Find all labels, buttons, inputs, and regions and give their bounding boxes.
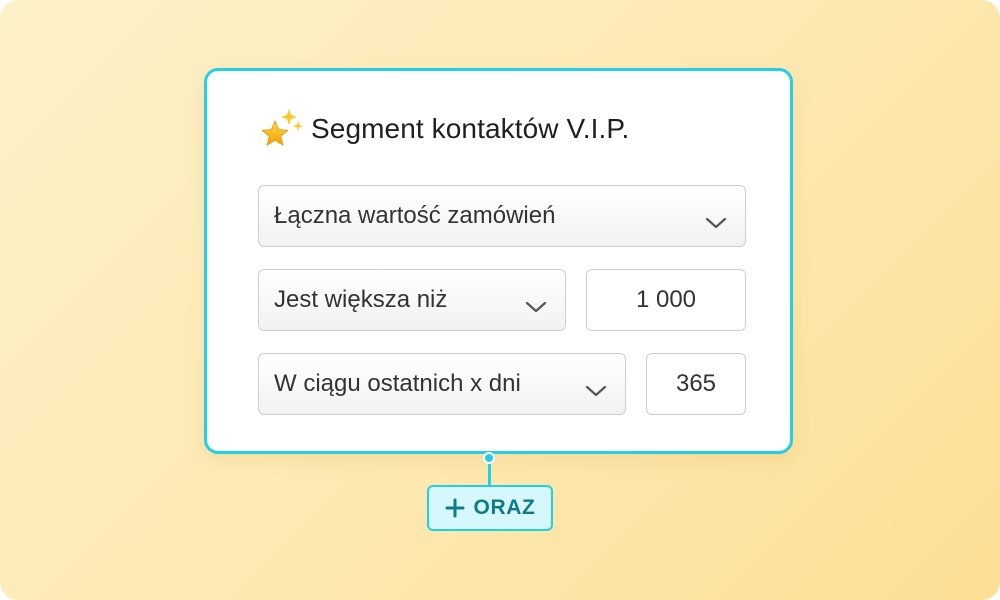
days-input-value: 365 bbox=[675, 370, 717, 397]
period-select[interactable]: W ciągu ostatnich x dni bbox=[258, 353, 626, 415]
operator-select-value: Jest większa niż bbox=[274, 286, 448, 313]
plus-icon bbox=[445, 498, 465, 518]
add-and-condition-button[interactable]: ORAZ bbox=[427, 485, 553, 531]
period-select-value: W ciągu ostatnich x dni bbox=[274, 370, 521, 397]
days-input[interactable]: 365 bbox=[646, 353, 746, 415]
connector-line bbox=[488, 462, 491, 486]
chevron-down-icon bbox=[705, 209, 727, 229]
chevron-down-icon bbox=[585, 377, 607, 397]
and-button-label: ORAZ bbox=[473, 496, 536, 519]
segment-card: Segment kontaktów V.I.P. Łączna wartość … bbox=[204, 68, 793, 454]
segment-header: Segment kontaktów V.I.P. bbox=[259, 105, 629, 153]
connector-dot bbox=[483, 452, 495, 464]
threshold-input-value: 1 000 bbox=[635, 286, 697, 313]
attribute-select[interactable]: Łączna wartość zamówień bbox=[258, 185, 746, 247]
sparkle-star-icon bbox=[259, 105, 305, 153]
attribute-select-value: Łączna wartość zamówień bbox=[274, 202, 556, 229]
operator-select[interactable]: Jest większa niż bbox=[258, 269, 566, 331]
canvas-background: Segment kontaktów V.I.P. Łączna wartość … bbox=[0, 0, 1000, 600]
segment-title: Segment kontaktów V.I.P. bbox=[311, 113, 630, 144]
chevron-down-icon bbox=[525, 293, 547, 313]
threshold-input[interactable]: 1 000 bbox=[586, 269, 746, 331]
